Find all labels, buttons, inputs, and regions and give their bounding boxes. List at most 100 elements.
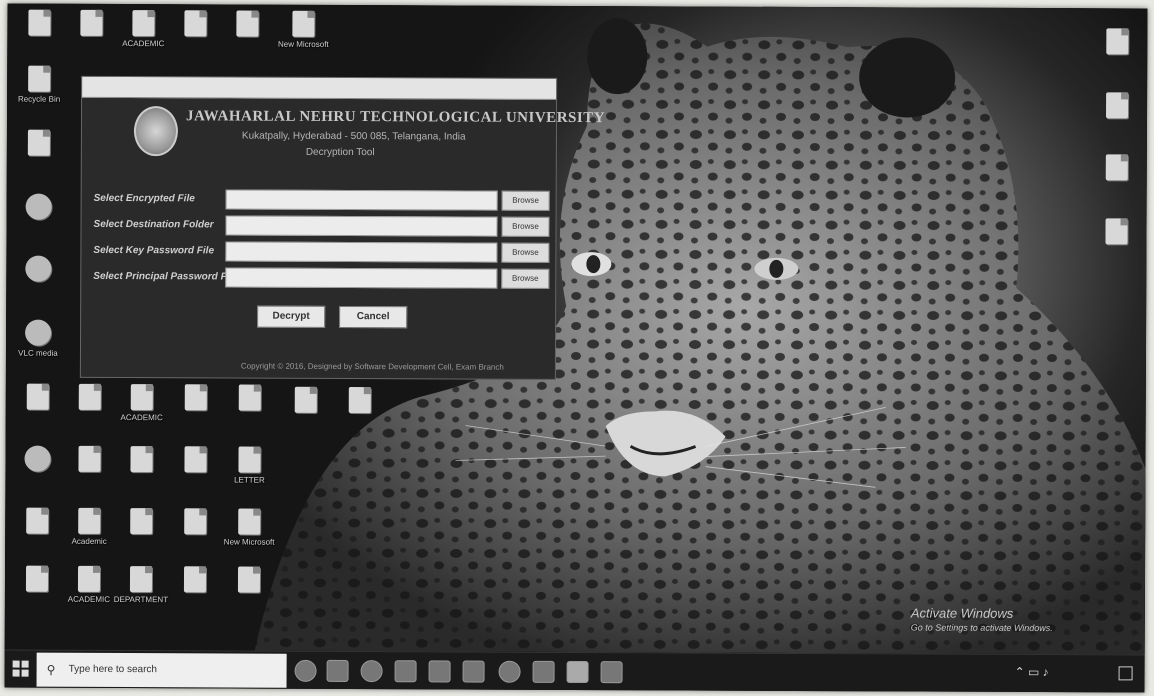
desktop-icon[interactable] [1089,92,1145,121]
file-icon [294,386,317,413]
file-icon [238,446,261,473]
file-icon [1105,154,1128,181]
file-icon [1106,92,1129,119]
desktop-icon[interactable] [219,10,275,39]
chrome-icon[interactable] [360,660,383,683]
destination-folder-row: Select Destination Folder Browse [91,215,551,239]
desktop-icon[interactable] [221,566,277,595]
app-icon-5[interactable] [600,661,623,684]
app-icon-4[interactable] [566,660,589,684]
taskbar-search-input[interactable]: ⚲ Type here to search [36,652,287,688]
notification-icon[interactable] [1118,666,1133,681]
desktop-icon[interactable] [113,508,169,537]
file-icon [184,446,207,473]
file-icon [292,10,315,37]
search-icon: ⚲ [46,662,56,677]
desktop-icon[interactable] [9,445,65,475]
monitor-screen: ACADEMIC New Microsoft Recycle Bin VLC m… [4,3,1148,693]
app-icon-3[interactable] [532,660,555,683]
desktop-icon[interactable] [61,445,117,475]
desktop-icon[interactable]: New Microsoft [275,10,331,49]
file-icon [1105,218,1128,245]
app-icon [24,445,51,472]
file-icon [26,383,49,410]
principal-password-field[interactable] [225,267,498,289]
desktop-icon[interactable] [63,9,119,39]
principal-password-browse-button[interactable]: Browse [501,268,550,289]
cancel-button[interactable]: Cancel [339,305,408,329]
principal-password-label: Select Principal Password File [93,270,238,283]
desktop-icon[interactable]: ACADEMIC [114,384,170,422]
file-icon [238,508,261,535]
activate-windows-title: Activate Windows [910,605,1014,621]
desktop-icon[interactable]: New Microsoft [221,508,277,547]
system-tray[interactable]: ⌃ ▭ ♪ [1015,665,1049,679]
key-password-label: Select Key Password File [93,244,215,257]
desktop-icon[interactable] [9,565,65,595]
desktop-icon[interactable]: DEPARTMENT [113,566,169,604]
desktop-icon[interactable] [62,383,118,413]
window-titlebar[interactable] [82,76,557,100]
desktop-icon[interactable] [10,383,66,413]
vlc-icon [25,319,52,346]
cortana-icon[interactable] [294,659,317,682]
file-icon [26,507,49,534]
vlc-desktop-icon[interactable]: VLC media [10,319,66,358]
desktop-icon[interactable] [222,384,278,413]
desktop-icon[interactable] [167,446,223,475]
desktop-icon[interactable] [11,9,67,39]
desktop-icon[interactable]: LETTER [221,446,277,485]
desktop-icon-label: Recycle Bin [17,94,61,104]
desktop-icon[interactable] [1088,218,1144,247]
app-subtitle: Kukatpally, Hyderabad - 500 085, Telanga… [241,130,466,143]
desktop-icon[interactable] [167,10,223,39]
encrypted-file-label: Select Encrypted File [93,192,195,205]
desktop-icon-label: LETTER [234,475,265,485]
decrypt-button[interactable]: Decrypt [257,305,326,328]
desktop-icon[interactable] [1089,154,1145,183]
desktop-icon[interactable]: Academic [61,507,117,546]
key-password-browse-button[interactable]: Browse [501,242,550,263]
task-view-icon[interactable] [326,659,349,683]
activate-windows-watermark: Activate Windows Go to Settings to activ… [911,605,1053,633]
desktop-icon[interactable] [168,384,224,413]
destination-folder-browse-button[interactable]: Browse [501,216,550,237]
destination-folder-label: Select Destination Folder [93,218,214,231]
decryption-tool-window: JAWAHARLAL NEHRU TECHNOLOGICAL UNIVERSIT… [79,75,605,380]
file-icon [78,445,101,472]
desktop-icon[interactable]: ACADEMIC [61,565,117,604]
desktop-icon-label: New Microsoft [223,537,275,547]
desktop-icon[interactable] [11,129,67,159]
search-placeholder: Type here to search [68,663,158,676]
file-explorer-icon[interactable] [428,660,451,683]
desktop-icon[interactable] [113,446,169,475]
desktop-icon-label: DEPARTMENT [113,594,169,605]
windows-logo-icon [12,660,20,668]
desktop-icon[interactable] [1089,28,1145,57]
desktop-icon[interactable] [10,255,66,285]
desktop-icon[interactable] [11,193,67,223]
file-icon [184,384,207,411]
file-icon [78,383,101,410]
encrypted-file-field[interactable] [225,189,498,211]
start-button[interactable] [12,660,29,677]
file-icon [27,129,50,156]
encrypted-file-browse-button[interactable]: Browse [501,190,550,211]
recycle-bin[interactable]: Recycle Bin [11,65,67,104]
app-icon-2[interactable] [498,660,521,683]
desktop-icon[interactable]: ACADEMIC [115,10,171,48]
key-password-field[interactable] [225,241,498,263]
desktop-icon[interactable] [278,386,334,416]
file-icon [183,566,207,593]
desktop-icon[interactable] [9,507,65,537]
app-icon[interactable] [394,660,417,683]
desktop-icon-label: VLC media [18,348,58,358]
app-title: JAWAHARLAL NEHRU TECHNOLOGICAL UNIVERSIT… [185,108,606,127]
desktop-icon[interactable] [167,508,223,537]
desktop-icon[interactable] [167,566,223,595]
desktop-icon-label: New Microsoft [277,39,329,49]
destination-folder-field[interactable] [225,215,498,237]
desktop-icon[interactable] [332,387,388,416]
encrypted-file-row: Select Encrypted File Browse [92,189,552,213]
folder-icon[interactable] [462,660,485,683]
